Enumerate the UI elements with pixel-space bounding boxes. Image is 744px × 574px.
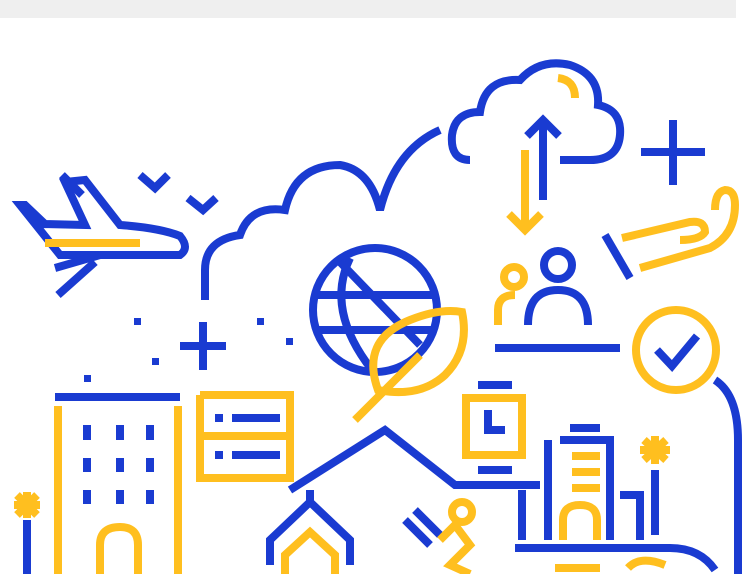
hand-icon	[601, 185, 740, 281]
city-building-icon	[515, 424, 719, 573]
cloud-upload-icon	[447, 59, 625, 236]
birds-icon	[137, 171, 219, 216]
illustration	[11, 59, 742, 574]
plus-icon	[641, 120, 705, 185]
people-icon	[494, 247, 620, 352]
runner-icon	[402, 498, 476, 574]
building-icon	[54, 393, 182, 574]
plus-icon	[84, 318, 293, 382]
smartwatch-icon	[462, 381, 526, 474]
airplane-icon	[11, 172, 189, 298]
mountain-line	[287, 425, 540, 494]
list-card-icon	[196, 391, 294, 482]
houses-icon	[266, 490, 354, 574]
